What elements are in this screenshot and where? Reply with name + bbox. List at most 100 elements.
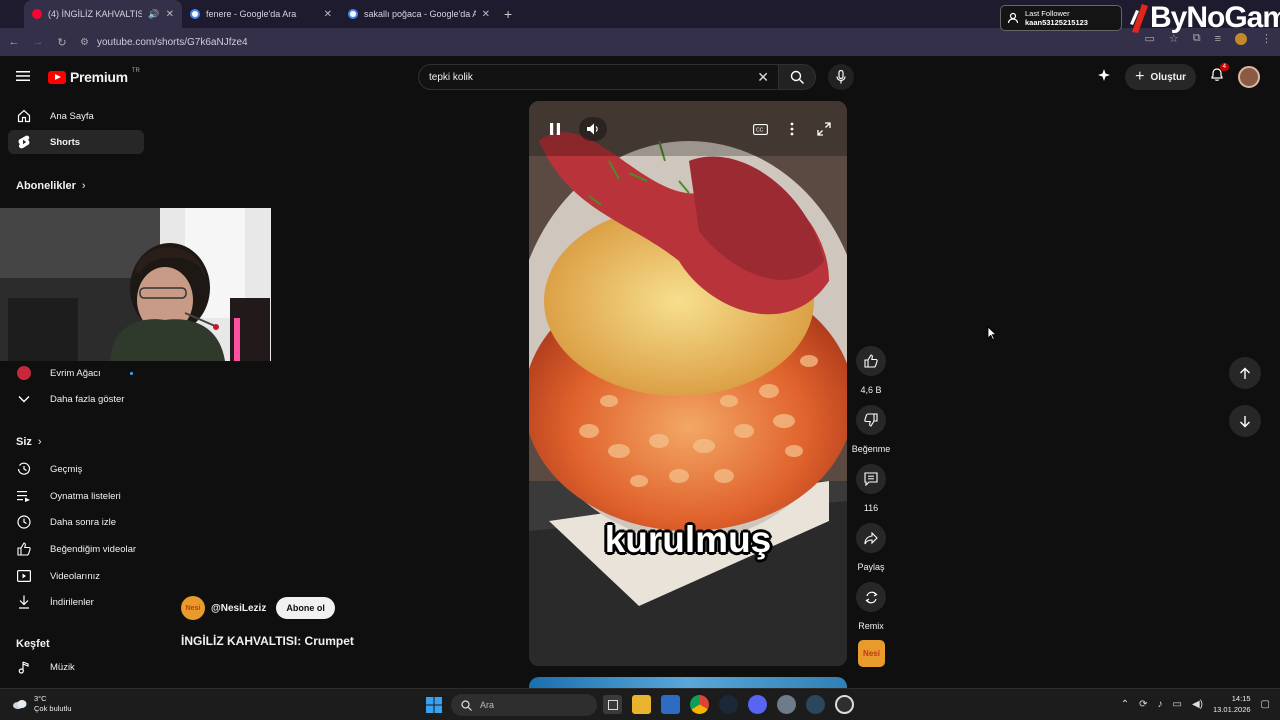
next-short-button[interactable] xyxy=(1229,405,1261,437)
sidebar-item-shorts[interactable]: Shorts xyxy=(8,130,144,154)
notifications-bell-icon[interactable]: 4 xyxy=(1210,63,1229,87)
sidebar: Ana Sayfa Shorts Abonelikler › Evrim Ağa… xyxy=(0,98,154,688)
chrome-icon[interactable] xyxy=(690,695,709,714)
sidebar-item-show-more[interactable]: Daha fazla göster xyxy=(8,387,144,411)
windows-start-icon[interactable] xyxy=(426,697,442,718)
sidebar-item-label: Ana Sayfa xyxy=(50,110,94,122)
like-button[interactable] xyxy=(856,346,886,376)
captions-button[interactable]: CC xyxy=(748,117,772,141)
logo-text: Premium xyxy=(70,69,128,85)
close-tab-icon[interactable]: ✕ xyxy=(482,9,490,20)
create-button[interactable]: + Oluştur xyxy=(1125,64,1196,90)
taskbar-search[interactable]: Ara xyxy=(451,694,597,716)
you-heading[interactable]: Siz › xyxy=(16,436,42,448)
speaker-icon[interactable]: 🔊 xyxy=(148,9,159,20)
channel-logo-thumbnail[interactable]: Nesi xyxy=(858,640,885,667)
address-bar: ← → ↻ ⚙ youtube.com/shorts/G7k6aNJfze4 ▭… xyxy=(0,28,1280,56)
explore-heading-label: Keşfet xyxy=(16,638,50,650)
fullscreen-button[interactable] xyxy=(812,117,836,141)
short-title[interactable]: İNGİLİZ KAHVALTISI: Crumpet xyxy=(181,634,354,648)
mute-button[interactable] xyxy=(579,117,607,141)
more-options-button[interactable] xyxy=(780,117,804,141)
video-frame xyxy=(529,101,847,666)
store-icon[interactable] xyxy=(661,695,680,714)
previous-short-button[interactable] xyxy=(1229,357,1261,389)
weather-widget[interactable]: 3°C Çok bulutlu xyxy=(12,694,72,714)
sidebar-item-music[interactable]: Müzik xyxy=(8,655,144,679)
browser-tab-pogaca[interactable]: sakallı poğaca - Google'da Ara ✕ xyxy=(340,0,498,28)
reload-icon[interactable]: ↻ xyxy=(50,36,74,49)
display-icon[interactable]: ▭ xyxy=(1173,699,1182,710)
file-explorer-icon[interactable] xyxy=(632,695,651,714)
channel-handle[interactable]: @NesiLeziz xyxy=(211,603,266,614)
clock-icon xyxy=(16,514,32,530)
comments-action[interactable]: 116 xyxy=(849,464,893,513)
brand-logo: ByNoGame xyxy=(1128,0,1280,36)
you-heading-label: Siz xyxy=(16,436,32,448)
close-tab-icon[interactable]: ✕ xyxy=(166,9,174,20)
back-icon[interactable]: ← xyxy=(2,36,26,48)
chevron-right-icon: › xyxy=(81,180,86,192)
chevron-right-icon: › xyxy=(37,436,42,448)
url-field[interactable]: youtube.com/shorts/G7k6aNJfze4 xyxy=(97,37,248,48)
thumbs-down-icon xyxy=(864,413,878,427)
sidebar-item-watch-later[interactable]: Daha sonra izle xyxy=(8,510,144,534)
search-button[interactable] xyxy=(778,64,816,90)
hamburger-menu-icon[interactable] xyxy=(16,69,30,87)
sidebar-item-your-videos[interactable]: Videolarınız xyxy=(8,564,144,588)
sidebar-item-downloads[interactable]: İndirilenler xyxy=(8,590,144,614)
steam-icon[interactable] xyxy=(719,695,738,714)
remix-action[interactable]: Remix xyxy=(849,582,893,631)
home-icon xyxy=(16,108,32,124)
voice-search-button[interactable] xyxy=(828,64,854,90)
subscriptions-heading[interactable]: Abonelikler › xyxy=(16,180,86,192)
taskbar-apps xyxy=(603,695,854,714)
sidebar-item-home[interactable]: Ana Sayfa xyxy=(8,104,144,128)
pause-button[interactable] xyxy=(543,117,567,141)
clear-search-icon[interactable]: ✕ xyxy=(757,69,769,86)
account-avatar[interactable] xyxy=(1238,66,1260,88)
playlists-icon xyxy=(16,488,32,504)
comments-button[interactable] xyxy=(856,464,886,494)
youtube-premium-logo[interactable]: Premium TR xyxy=(48,68,140,85)
close-tab-icon[interactable]: ✕ xyxy=(324,9,332,20)
sidebar-item-playlists[interactable]: Oynatma listeleri xyxy=(8,484,144,508)
dislike-action[interactable]: Beğenme xyxy=(849,405,893,454)
dislike-button[interactable] xyxy=(856,405,886,435)
subscribe-button[interactable]: Abone ol xyxy=(276,597,335,619)
microphone-icon[interactable]: ♪ xyxy=(1158,699,1163,710)
ai-assistant-icon[interactable] xyxy=(1097,68,1111,87)
tab-title: (4) İNGİLİZ KAHVALTISI: Crumpet xyxy=(48,9,143,19)
like-action[interactable]: 4,6 B xyxy=(849,346,893,395)
site-settings-icon[interactable]: ⚙ xyxy=(80,37,89,48)
channel-avatar[interactable]: Nesi xyxy=(181,596,205,620)
sidebar-item-evrim-agaci[interactable]: Evrim Ağacı xyxy=(8,361,144,385)
volume-icon[interactable]: ◀) xyxy=(1192,699,1203,710)
youtube-favicon-icon xyxy=(32,9,42,19)
notification-center-icon[interactable]: ▢ xyxy=(1261,699,1270,710)
discord-icon[interactable] xyxy=(748,695,767,714)
expand-icon xyxy=(817,122,831,136)
tab-title: sakallı poğaca - Google'da Ara xyxy=(364,9,476,19)
google-favicon-icon xyxy=(190,9,200,19)
task-view-icon[interactable] xyxy=(603,695,622,714)
share-action[interactable]: Paylaş xyxy=(849,523,893,572)
download-icon xyxy=(16,594,32,610)
search-input[interactable] xyxy=(429,71,758,83)
new-tab-icon[interactable]: + xyxy=(504,6,512,22)
chevron-up-icon[interactable]: ⌃ xyxy=(1121,699,1129,710)
share-button[interactable] xyxy=(856,523,886,553)
shorts-video-player[interactable]: CC kurulmuş xyxy=(529,101,847,666)
network-icon[interactable]: ⟳ xyxy=(1139,699,1147,710)
forward-icon[interactable]: → xyxy=(26,36,50,48)
steam-alt-icon[interactable] xyxy=(806,695,825,714)
browser-tab-youtube[interactable]: (4) İNGİLİZ KAHVALTISI: Crumpet 🔊 ✕ xyxy=(24,0,182,28)
sidebar-item-liked-videos[interactable]: Beğendiğim videolar xyxy=(8,537,144,561)
settings-icon[interactable] xyxy=(777,695,796,714)
system-clock[interactable]: 14:15 13.01.2026 xyxy=(1213,693,1251,715)
browser-tab-fenere[interactable]: fenere - Google'da Ara ✕ xyxy=(182,0,340,28)
comment-count: 116 xyxy=(863,503,879,513)
sidebar-item-history[interactable]: Geçmiş xyxy=(8,457,144,481)
remix-button[interactable] xyxy=(856,582,886,612)
obs-icon[interactable] xyxy=(835,695,854,714)
